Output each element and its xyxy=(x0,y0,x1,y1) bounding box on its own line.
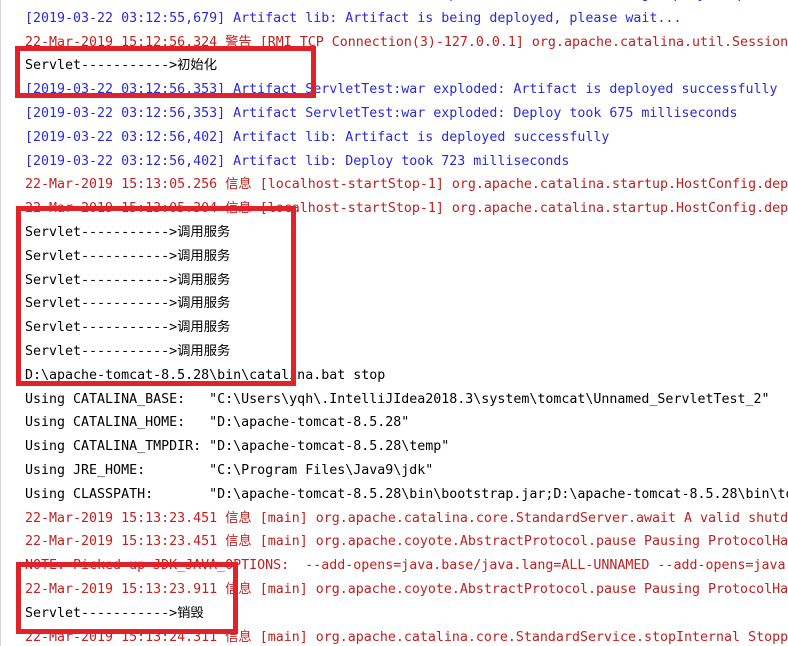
console-line: Servlet----------->调用服务 xyxy=(25,343,231,359)
console-line: Using CATALINA_BASE: "C:\Users\yqh\.Inte… xyxy=(25,391,770,407)
console-line: Servlet----------->调用服务 xyxy=(25,320,231,336)
console-line: 22-Mar-2019 15:13:23.451 信息 [main] org.a… xyxy=(25,510,788,526)
console-line: 22-Mar-2019 15:13:23.451 信息 [main] org.a… xyxy=(25,534,788,550)
console-line: Servlet----------->调用服务 xyxy=(25,296,231,312)
console-line: [2019-03-22 03:12:56,353] Artifact Servl… xyxy=(25,82,778,98)
console-line: [2019-03-22 03:12:56,402] Artifact lib: … xyxy=(25,153,570,169)
console-line: [2019-03-22 03:12:55,679] Artifact lib: … xyxy=(25,10,682,26)
console-line: D:\apache-tomcat-8.5.28\bin\catalina.bat… xyxy=(25,367,386,383)
console-line: [2019-03-22 03:12:56,402] Artifact lib: … xyxy=(25,129,610,145)
console-output-panel[interactable]: [2019-03-22 03:12:55,678] Artifact Servl… xyxy=(0,0,788,646)
console-line: 22-Mar-2019 15:13:23.911 信息 [main] org.a… xyxy=(25,581,788,597)
console-line: Using CATALINA_TMPDIR: "D:\apache-tomcat… xyxy=(25,439,450,455)
console-line: Servlet----------->调用服务 xyxy=(25,224,231,240)
console-line: [2019-03-22 03:12:55,678] Artifact Servl… xyxy=(25,0,788,7)
console-line: Using JRE_HOME: "C:\Program Files\Java9\… xyxy=(25,462,434,478)
console-line: Using CATALINA_HOME: "D:\apache-tomcat-8… xyxy=(25,415,410,431)
console-line: Servlet----------->销毁 xyxy=(25,605,204,621)
console-line: Servlet----------->调用服务 xyxy=(25,272,231,288)
console-line: NOTE: Picked up JDK_JAVA_OPTIONS: --add-… xyxy=(25,558,788,574)
console-line: 22-Mar-2019 15:13:05.256 信息 [localhost-s… xyxy=(25,177,788,193)
console-line: Servlet----------->调用服务 xyxy=(25,248,231,264)
console-line: Using CLASSPATH: "D:\apache-tomcat-8.5.2… xyxy=(25,486,788,502)
console-line: 22-Mar-2019 15:12:56.324 警告 [RMI TCP Con… xyxy=(25,34,788,50)
console-line: [2019-03-22 03:12:56,353] Artifact Servl… xyxy=(25,105,738,121)
console-line: 22-Mar-2019 15:13:05.304 信息 [localhost-s… xyxy=(25,201,788,217)
console-line: 22-Mar-2019 15:13:24.311 信息 [main] org.a… xyxy=(25,629,788,645)
console-line: Servlet----------->初始化 xyxy=(25,58,217,74)
console-lines: [2019-03-22 03:12:55,678] Artifact Servl… xyxy=(25,0,788,646)
gutter-divider xyxy=(0,0,1,646)
